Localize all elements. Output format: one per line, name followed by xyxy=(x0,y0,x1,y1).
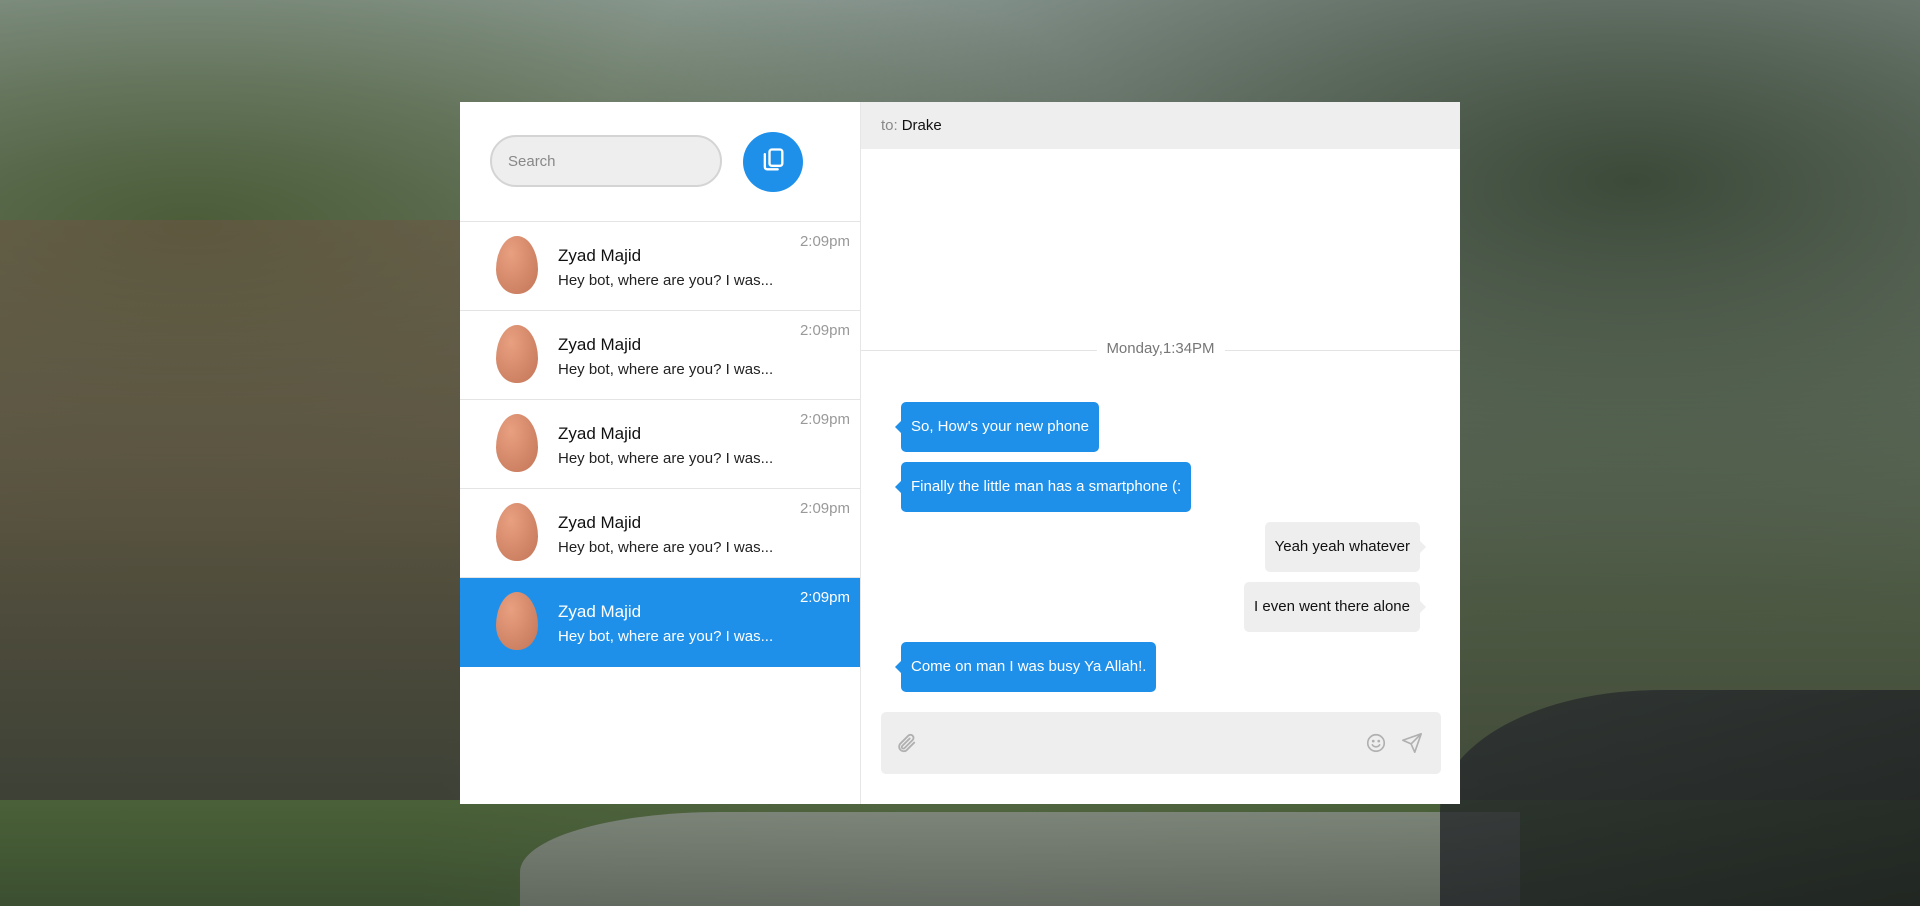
copy-icon xyxy=(759,146,787,179)
contact-name: Zyad Majid xyxy=(558,335,642,354)
message-preview: Hey bot, where are you? I was... xyxy=(558,272,774,289)
recipient-label: to: xyxy=(881,117,898,134)
chat-panel: to: Drake Monday,1:34PM So, How's your n… xyxy=(861,102,1460,804)
search-input[interactable] xyxy=(490,135,722,187)
date-divider-label: Monday,1:34PM xyxy=(1096,340,1225,357)
message-composer xyxy=(881,712,1441,776)
send-icon[interactable] xyxy=(1399,730,1425,756)
message-time: 2:09pm xyxy=(799,500,850,517)
smiley-icon[interactable] xyxy=(1363,730,1389,756)
conversation-item[interactable]: Zyad Majid Hey bot, where are you? I was… xyxy=(460,222,860,311)
message-preview: Hey bot, where are you? I was... xyxy=(558,361,774,378)
contact-name: Zyad Majid xyxy=(558,513,642,532)
chat-header: to: Drake xyxy=(861,102,1460,149)
conversation-item[interactable]: Zyad Majid Hey bot, where are you? I was… xyxy=(460,311,860,400)
background-house xyxy=(0,220,460,800)
message-bubble-received: So, How's your new phone xyxy=(895,402,1099,452)
conversation-sidebar: Zyad Majid Hey bot, where are you? I was… xyxy=(460,102,861,804)
message-bubble-sent: Yeah yeah whatever xyxy=(1264,522,1427,572)
message-bubble-sent: I even went there alone xyxy=(1244,582,1426,632)
conversation-item[interactable]: Zyad Majid Hey bot, where are you? I was… xyxy=(460,489,860,578)
search-bar xyxy=(460,102,860,222)
message-time: 2:09pm xyxy=(799,411,850,428)
background-road xyxy=(520,812,1520,906)
paperclip-icon[interactable] xyxy=(893,730,919,756)
avatar xyxy=(496,325,538,383)
recipient-name: Drake xyxy=(901,117,942,134)
message-preview: Hey bot, where are you? I was... xyxy=(558,539,774,556)
message-bubble-received: Come on man I was busy Ya Allah!. xyxy=(894,642,1157,692)
conversation-item[interactable]: Zyad Majid Hey bot, where are you? I was… xyxy=(460,400,860,489)
new-conversation-button[interactable] xyxy=(743,132,803,192)
message-time: 2:09pm xyxy=(799,589,850,606)
message-input[interactable] xyxy=(929,712,1353,776)
contact-name: Zyad Majid xyxy=(558,602,642,621)
contact-name: Zyad Majid xyxy=(558,424,642,443)
message-time: 2:09pm xyxy=(799,233,850,250)
message-bubble-received: Finally the little man has a smartphone … xyxy=(894,462,1192,512)
message-preview: Hey bot, where are you? I was... xyxy=(558,628,774,645)
conversation-item-active[interactable]: Zyad Majid Hey bot, where are you? I was… xyxy=(460,578,860,667)
avatar xyxy=(496,503,538,561)
avatar xyxy=(496,236,538,294)
chat-app-window: Zyad Majid Hey bot, where are you? I was… xyxy=(460,102,1460,804)
conversation-list: Zyad Majid Hey bot, where are you? I was… xyxy=(460,222,860,667)
avatar xyxy=(496,592,538,650)
contact-name: Zyad Majid xyxy=(558,246,642,265)
avatar xyxy=(496,414,538,472)
message-time: 2:09pm xyxy=(799,322,850,339)
message-preview: Hey bot, where are you? I was... xyxy=(558,450,774,467)
background-cars xyxy=(1440,690,1920,906)
